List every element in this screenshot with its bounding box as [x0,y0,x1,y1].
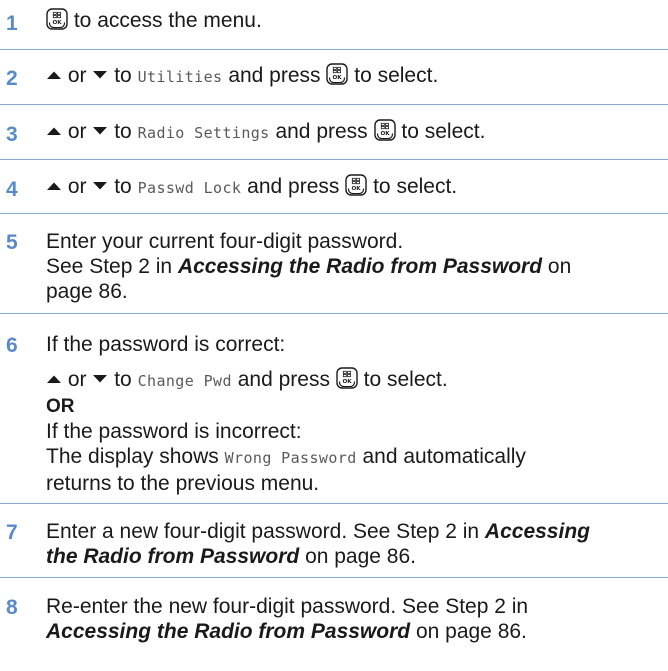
to-word: to [114,64,132,87]
section-reference: Accessing [484,520,590,543]
step-body: Enter your current four-digit password. … [46,229,668,304]
divider [0,49,668,50]
step-line: or to Radio Settings and press to select… [46,119,668,146]
menu-ok-button-icon [326,63,348,85]
or-word: or [67,175,87,198]
or-word: or [67,368,87,391]
divider [0,577,668,578]
to-select-text: to select. [401,120,486,143]
or-separator: OR [46,396,75,417]
up-arrow-icon [46,181,62,191]
display-suffix: and automatically [362,445,526,468]
menu-ok-button-icon [336,367,358,389]
divider [0,104,668,105]
down-arrow-icon [92,70,108,80]
reference-suffix: on [547,255,572,278]
step-line: See Step 2 in Accessing the Radio from P… [46,254,668,279]
step-body: to access the menu. [46,8,668,33]
step-line: or to Passwd Lock and press to select. [46,174,668,201]
and-press-text: and press [247,175,340,198]
menu-item-name: Radio Settings [137,124,270,142]
step-number: 4 [6,178,18,201]
divider [0,159,668,160]
to-word: to [114,120,132,143]
divider [0,313,668,314]
step-number: 5 [6,231,18,254]
step-number: 2 [6,67,18,90]
step-body: or to Passwd Lock and press to select. [46,174,668,201]
divider [0,213,668,214]
up-arrow-icon [46,70,62,80]
step-line: The display shows Wrong Password and aut… [46,444,668,471]
step-body: Re-enter the new four-digit password. Se… [46,594,668,644]
step-line: the Radio from Password on page 86. [46,544,668,569]
menu-ok-button-icon [46,8,68,30]
step-number: 3 [6,123,18,146]
step-line: returns to the previous menu. [46,472,320,495]
step-body: If the password is correct: or to Change… [46,332,668,496]
section-reference: the Radio from Password [46,545,300,568]
display-message: Wrong Password [224,449,357,467]
up-arrow-icon [46,126,62,136]
step-number: 8 [6,596,18,619]
to-select-text: to select. [363,368,448,391]
step-line: If the password is incorrect: [46,420,302,443]
section-reference: Accessing the Radio from Password [46,620,411,643]
menu-item-name: Utilities [137,68,223,86]
menu-item-name: Change Pwd [137,372,232,390]
step-text: Enter a new four-digit password. See Ste… [46,520,480,543]
reference-suffix: on page 86. [305,545,416,568]
step-line: If the password is correct: [46,333,286,356]
down-arrow-icon [92,126,108,136]
step-number: 1 [6,12,18,35]
to-select-text: to select. [354,64,439,87]
step-line: page 86. [46,280,128,303]
step-line: or to Change Pwd and press to select. [46,367,668,394]
down-arrow-icon [92,181,108,191]
step-number: 6 [6,334,18,357]
menu-item-name: Passwd Lock [137,179,242,197]
divider [0,503,668,504]
step-line: Re-enter the new four-digit password. Se… [46,595,529,618]
step-body: Enter a new four-digit password. See Ste… [46,519,668,569]
step-line: Enter your current four-digit password. [46,230,404,253]
display-prefix: The display shows [46,445,219,468]
step-number: 7 [6,521,18,544]
step-line: to access the menu. [46,8,668,33]
down-arrow-icon [92,374,108,384]
up-arrow-icon [46,374,62,384]
step-body: or to Utilities and press to select. [46,63,668,90]
to-word: to [114,175,132,198]
reference-prefix: See Step 2 in [46,255,173,278]
to-word: to [114,368,132,391]
step-line: or to Utilities and press to select. [46,63,668,90]
menu-ok-button-icon [374,119,396,141]
reference-suffix: on page 86. [415,620,527,643]
and-press-text: and press [237,368,330,391]
step-line: Accessing the Radio from Password on pag… [46,619,668,644]
or-word: or [67,120,87,143]
or-word: or [67,64,87,87]
to-select-text: to select. [373,175,458,198]
step-line: Enter a new four-digit password. See Ste… [46,519,668,544]
menu-ok-button-icon [345,174,367,196]
and-press-text: and press [228,64,321,87]
and-press-text: and press [275,120,368,143]
procedure-page: 1 to access the menu. 2 or to Utilities … [0,0,668,671]
step-body: or to Radio Settings and press to select… [46,119,668,146]
step-text: to access the menu. [73,9,262,32]
section-reference: Accessing the Radio from Password [177,255,543,278]
